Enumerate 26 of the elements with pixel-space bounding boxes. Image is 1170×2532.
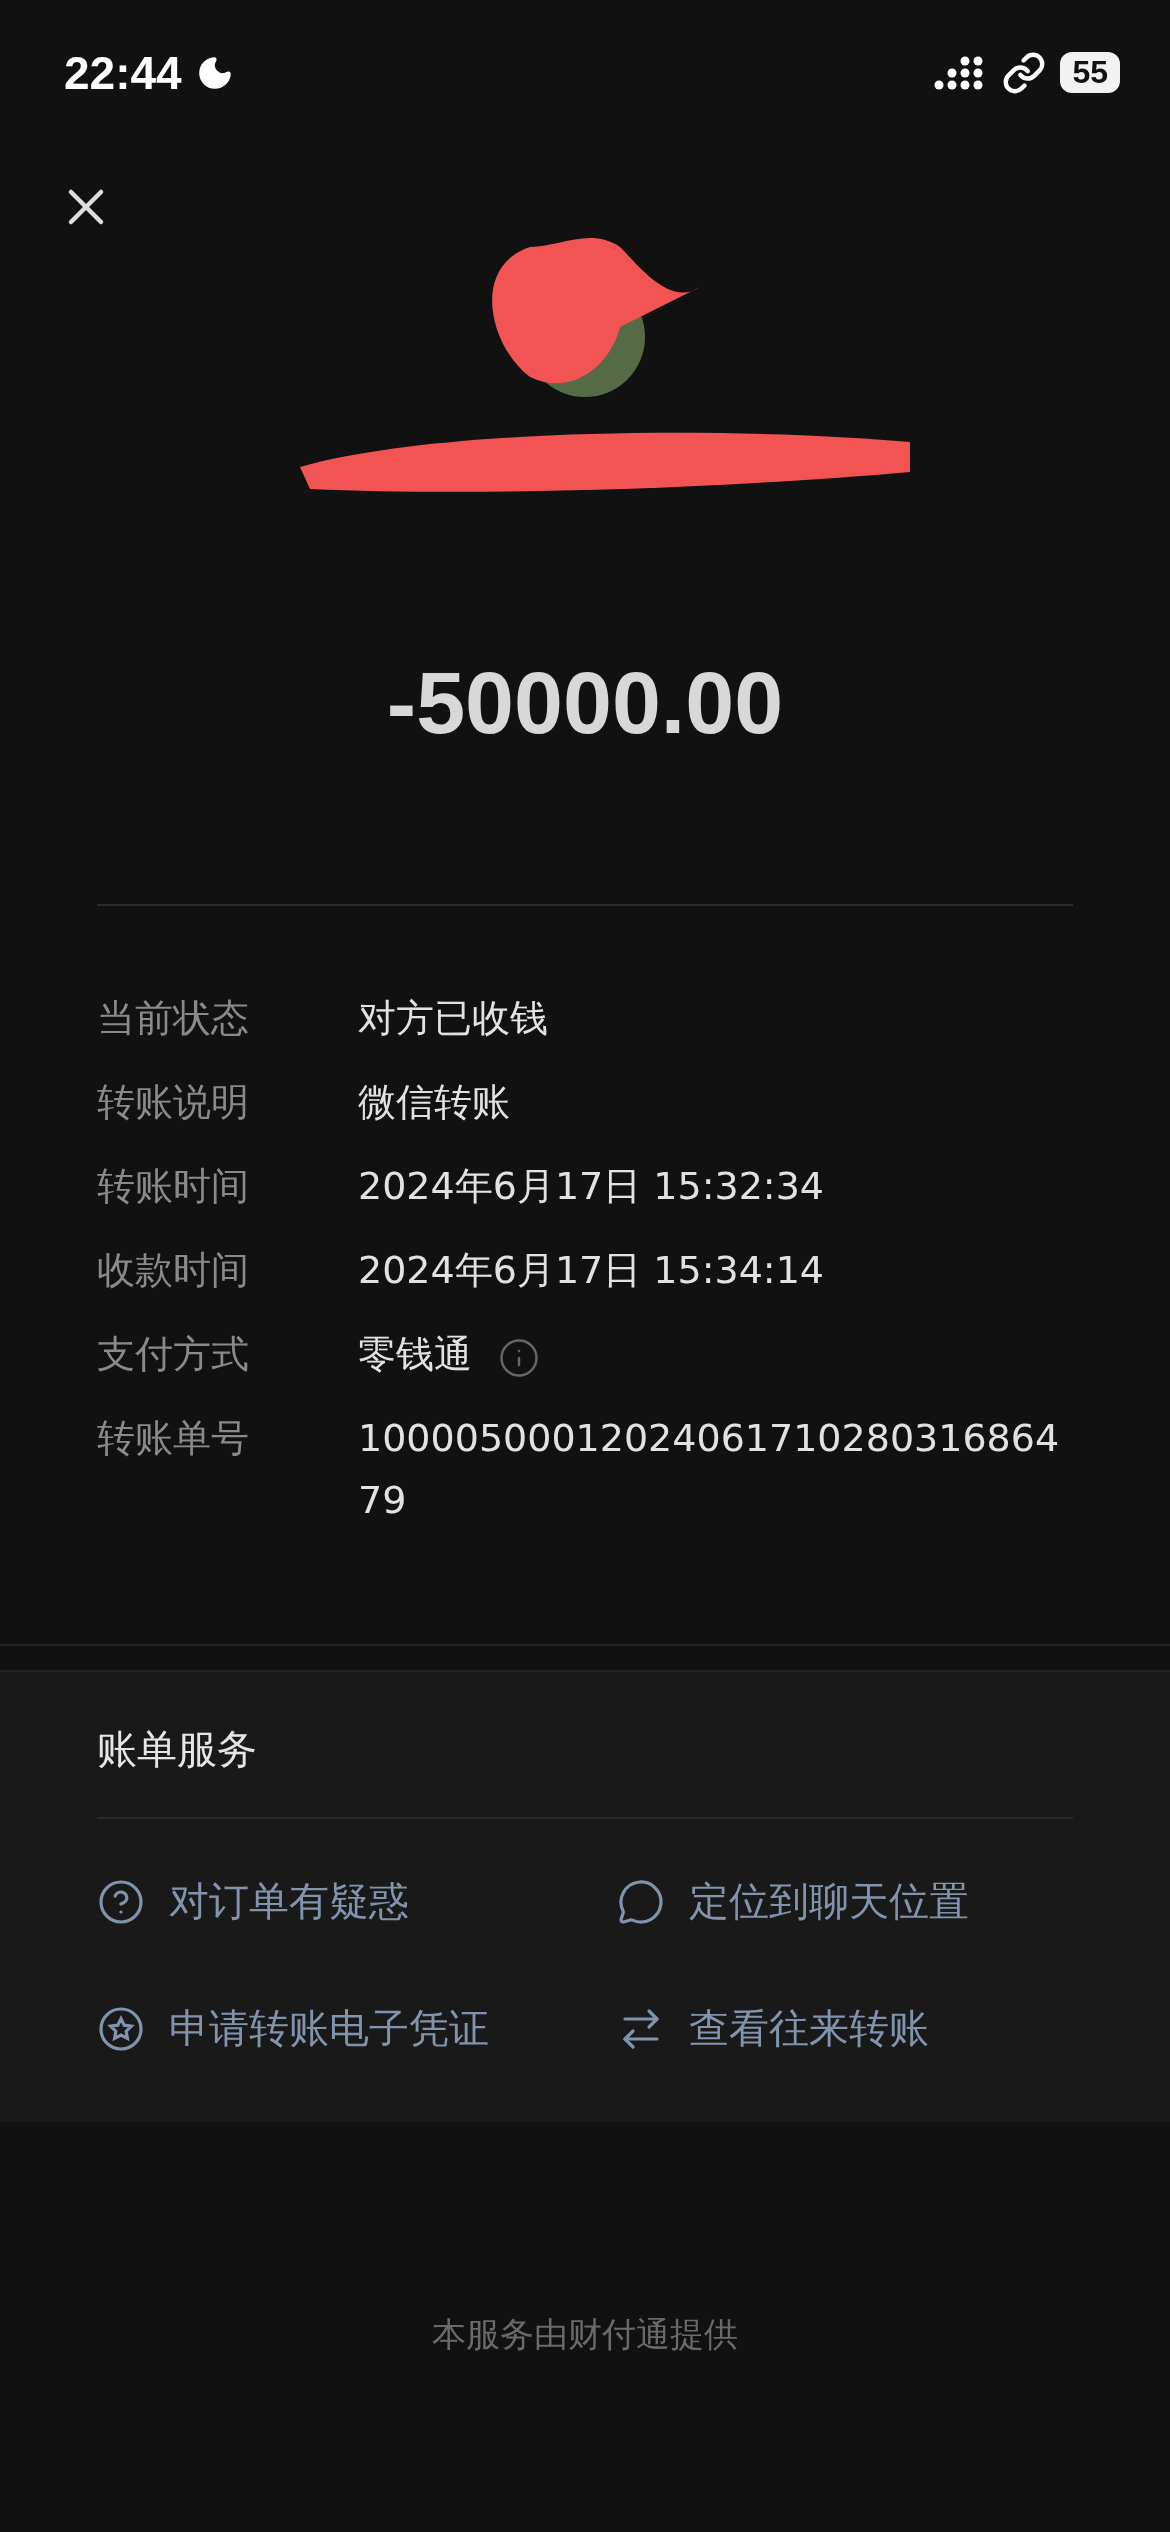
detail-value: 1000050001202406171028031686479 — [358, 1415, 1061, 1524]
help-icon — [97, 1877, 145, 1926]
section-title: 账单服务 — [97, 1725, 258, 1774]
detail-value: 2024年6月17日 15:32:34 — [358, 1163, 824, 1210]
info-icon[interactable] — [498, 1336, 540, 1379]
detail-label: 转账单号 — [97, 1415, 250, 1462]
detail-value: 微信转账 — [358, 1079, 510, 1126]
service-link[interactable]: 对订单有疑惑 — [97, 1874, 617, 1929]
star-circle-icon — [97, 2004, 145, 2053]
chat-bubble-icon — [617, 1877, 665, 1926]
detail-label: 当前状态 — [97, 995, 250, 1042]
detail-label: 转账说明 — [97, 1079, 250, 1126]
detail-label: 转账时间 — [97, 1163, 250, 1210]
link-icon — [1002, 50, 1047, 95]
detail-label: 支付方式 — [97, 1331, 250, 1378]
detail-value: 2024年6月17日 15:34:14 — [358, 1247, 824, 1294]
detail-label: 收款时间 — [97, 1247, 250, 1294]
status-time: 22:44 — [64, 45, 182, 100]
battery-icon: 55 — [1060, 52, 1120, 93]
service-link[interactable]: 定位到聊天位置 — [617, 1874, 1073, 1929]
service-link[interactable]: 查看往来转账 — [617, 2001, 1073, 2056]
detail-value: 对方已收钱 — [358, 995, 548, 1042]
footer-text: 本服务由财付通提供 — [432, 2313, 738, 2356]
detail-value: 零钱通 — [358, 1331, 472, 1378]
service-link[interactable]: 申请转账电子凭证 — [97, 2001, 617, 2056]
amount: -50000.00 — [385, 652, 785, 754]
